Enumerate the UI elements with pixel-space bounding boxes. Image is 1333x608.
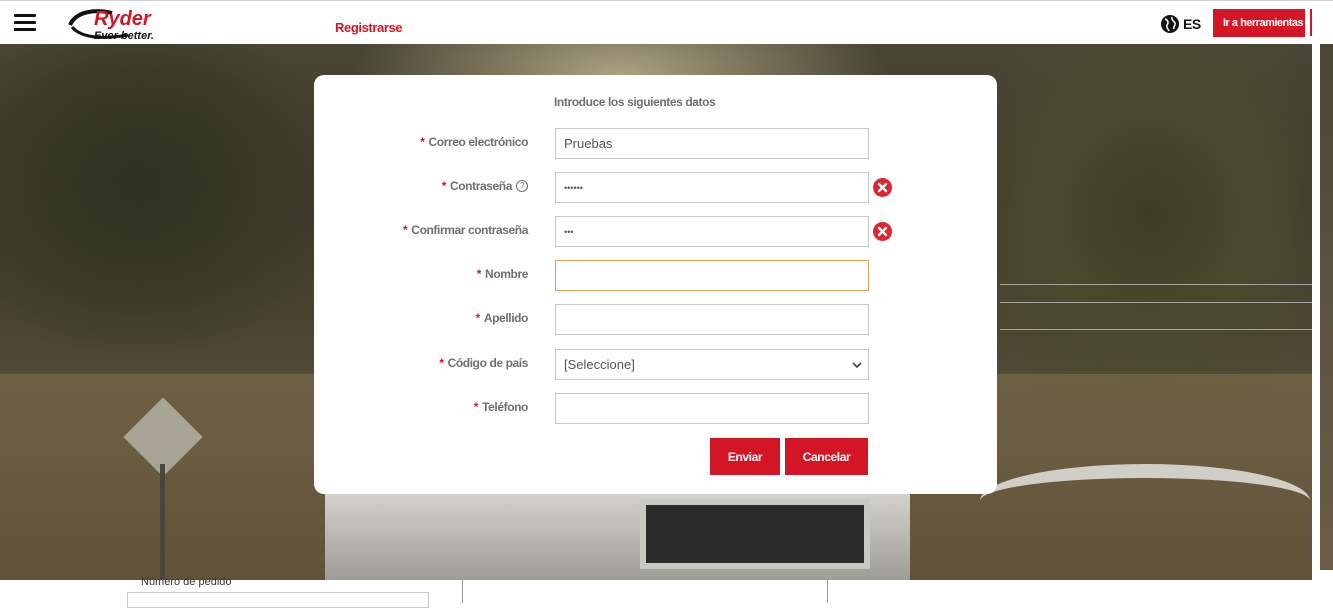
required-marker: * (476, 267, 482, 281)
confirm-password-label: * Confirmar contraseña (403, 223, 528, 237)
question-circle-icon[interactable]: ? (516, 180, 528, 192)
logo-tagline-text: Ever better. (94, 30, 154, 42)
globe-icon (1161, 15, 1179, 33)
country-code-selected: [Seleccione] (564, 357, 635, 372)
power-line (1000, 329, 1312, 330)
column-divider (462, 580, 463, 603)
first-name-label-text: Nombre (485, 267, 528, 281)
power-line (1000, 284, 1312, 285)
required-marker: * (420, 135, 425, 149)
email-field[interactable] (555, 128, 869, 159)
country-code-label: * Código de país (439, 356, 528, 370)
logo-brand-text: Ryder (94, 8, 152, 30)
required-marker: * (441, 179, 447, 193)
go-to-tools-button[interactable]: Ir a herramientas (1213, 9, 1305, 37)
email-label-text: Correo electrónico (428, 135, 529, 149)
password-label: * Contraseña ? (442, 179, 528, 193)
hamburger-menu-icon[interactable] (14, 14, 36, 32)
first-name-field[interactable] (555, 260, 869, 291)
password-label-text: Contraseña (449, 179, 512, 193)
required-marker: * (475, 311, 481, 325)
column-divider (827, 580, 828, 603)
chevron-down-icon (852, 362, 862, 369)
phone-field[interactable] (555, 393, 869, 424)
language-selector[interactable]: ES (1160, 14, 1201, 34)
error-circle-icon (873, 178, 892, 197)
last-name-label: * Apellido (475, 311, 529, 325)
country-code-select[interactable]: [Seleccione] (555, 349, 869, 380)
required-marker: * (473, 400, 479, 414)
phone-label-text: Teléfono (482, 400, 528, 414)
header-edge-divider (1310, 9, 1312, 36)
password-field[interactable] (555, 172, 869, 203)
order-number-label: Número de pedido (141, 576, 232, 588)
power-line (1000, 302, 1312, 303)
email-label: * Correo electrónico (420, 135, 528, 149)
truck-grille (640, 499, 870, 569)
cancel-button[interactable]: Cancelar (785, 438, 868, 475)
required-marker: * (439, 356, 444, 370)
language-code: ES (1183, 16, 1201, 32)
background-right-edge (1312, 44, 1333, 580)
last-name-label-text: Apellido (483, 311, 529, 325)
ryder-logo[interactable]: Ryder Ever better. (66, 5, 186, 43)
confirm-password-label-text: Confirmar contraseña (411, 223, 528, 237)
submit-button[interactable]: Enviar (710, 438, 780, 475)
order-number-input[interactable] (127, 592, 429, 608)
road-sign-post (160, 464, 165, 580)
top-navigation-bar: Ryder Ever better. Registrarse ES Ir a h… (0, 0, 1333, 44)
error-circle-icon (873, 222, 892, 241)
road-curve (980, 464, 1310, 538)
first-name-label: * Nombre (476, 267, 529, 281)
last-name-field[interactable] (555, 304, 869, 335)
confirm-password-field[interactable] (555, 216, 869, 247)
register-link[interactable]: Registrarse (335, 20, 403, 35)
country-code-label-text: Código de país (447, 356, 529, 370)
phone-label: * Teléfono (473, 400, 529, 414)
required-marker: * (403, 223, 408, 237)
modal-title: Introduce los siguientes datos (554, 95, 716, 109)
registration-modal: Introduce los siguientes datos * Correo … (314, 75, 997, 494)
